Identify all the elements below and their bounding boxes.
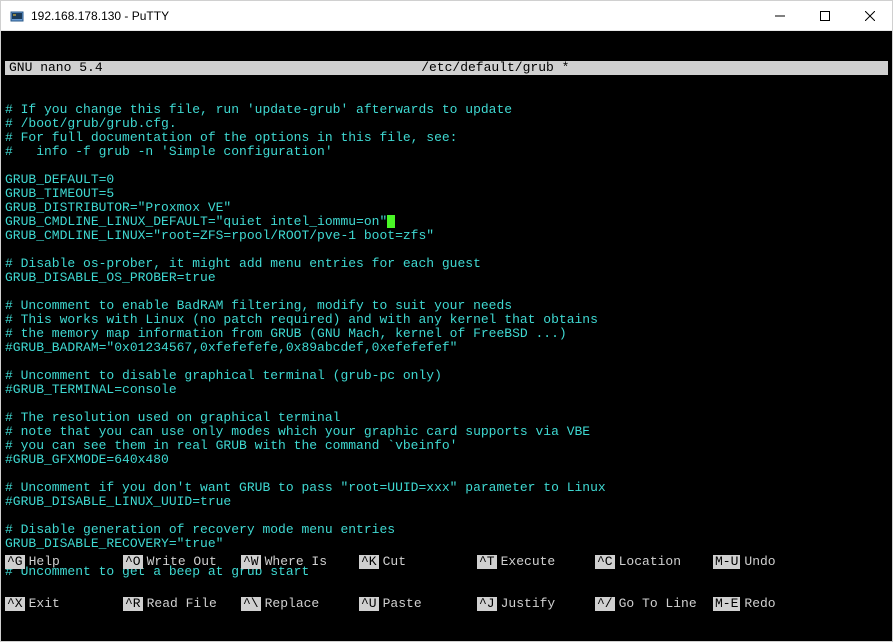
file-line: # For full documentation of the options …: [5, 131, 888, 145]
shortcut-label: Where Is: [265, 555, 327, 569]
shortcut-label: Read File: [147, 597, 217, 611]
file-line: GRUB_TIMEOUT=5: [5, 187, 888, 201]
file-line: GRUB_CMDLINE_LINUX="root=ZFS=rpool/ROOT/…: [5, 229, 888, 243]
file-line: [5, 285, 888, 299]
file-line: # you can see them in real GRUB with the…: [5, 439, 888, 453]
file-line: # Disable os-prober, it might add menu e…: [5, 257, 888, 271]
shortcut-label: Undo: [744, 555, 775, 569]
file-content: # If you change this file, run 'update-g…: [5, 103, 888, 579]
file-line: GRUB_CMDLINE_LINUX_DEFAULT="quiet intel_…: [5, 215, 888, 229]
shortcut-key: ^C: [595, 555, 615, 569]
file-line: # /boot/grub/grub.cfg.: [5, 117, 888, 131]
shortcut-key: ^\: [241, 597, 261, 611]
shortcut-row-2: ^X Exit ^R Read File ^\ Replace ^U Paste ^J Justi…: [5, 597, 888, 611]
file-line: # Uncomment to disable graphical termina…: [5, 369, 888, 383]
file-line: # This works with Linux (no patch requir…: [5, 313, 888, 327]
shortcut-row-1: ^G Help ^O Write Out ^W Where Is ^K Cut ^T Execut…: [5, 555, 888, 569]
minimize-button[interactable]: [757, 1, 802, 30]
shortcut-label: Replace: [265, 597, 320, 611]
file-line: # Uncomment if you don't want GRUB to pa…: [5, 481, 888, 495]
file-line: [5, 243, 888, 257]
file-line: GRUB_DISABLE_OS_PROBER=true: [5, 271, 888, 285]
editor-name: GNU nano 5.4: [5, 61, 103, 75]
file-line: GRUB_DISTRIBUTOR="Proxmox VE": [5, 201, 888, 215]
shortcut-item: ^W Where Is: [241, 555, 359, 569]
shortcut-key: ^T: [477, 555, 497, 569]
shortcut-item: ^J Justify: [477, 597, 595, 611]
shortcut-label: Write Out: [147, 555, 217, 569]
shortcut-key: ^W: [241, 555, 261, 569]
nano-shortcuts: ^G Help ^O Write Out ^W Where Is ^K Cut ^T Execut…: [5, 527, 888, 639]
shortcut-item: ^G Help: [5, 555, 123, 569]
file-line: [5, 397, 888, 411]
nano-statusbar: GNU nano 5.4 /etc/default/grub *: [5, 61, 888, 75]
putty-icon: [9, 8, 25, 24]
shortcut-label: Help: [29, 555, 60, 569]
shortcut-item: ^R Read File: [123, 597, 241, 611]
file-line: GRUB_DEFAULT=0: [5, 173, 888, 187]
terminal-area[interactable]: GNU nano 5.4 /etc/default/grub * # If yo…: [1, 31, 892, 641]
shortcut-key: ^G: [5, 555, 25, 569]
file-line: #GRUB_GFXMODE=640x480: [5, 453, 888, 467]
file-line: #GRUB_BADRAM="0x01234567,0xfefefefe,0x89…: [5, 341, 888, 355]
shortcut-item: ^\ Replace: [241, 597, 359, 611]
shortcut-label: Execute: [501, 555, 556, 569]
file-line: # The resolution used on graphical termi…: [5, 411, 888, 425]
file-line: [5, 509, 888, 523]
shortcut-item: ^K Cut: [359, 555, 477, 569]
shortcut-key: ^K: [359, 555, 379, 569]
file-line: # the memory map information from GRUB (…: [5, 327, 888, 341]
window-controls: [757, 1, 892, 30]
shortcut-item: ^U Paste: [359, 597, 477, 611]
shortcut-key: ^R: [123, 597, 143, 611]
shortcut-key: M-E: [713, 597, 740, 611]
window-title: 192.168.178.130 - PuTTY: [31, 9, 757, 23]
shortcut-label: Redo: [744, 597, 775, 611]
shortcut-key: M-U: [713, 555, 740, 569]
shortcut-label: Exit: [29, 597, 60, 611]
file-line: # note that you can use only modes which…: [5, 425, 888, 439]
shortcut-item: ^C Location: [595, 555, 713, 569]
shortcut-item: ^O Write Out: [123, 555, 241, 569]
shortcut-label: Location: [619, 555, 681, 569]
shortcut-item: M-E Redo: [713, 597, 831, 611]
shortcut-key: ^O: [123, 555, 143, 569]
shortcut-key: ^J: [477, 597, 497, 611]
maximize-button[interactable]: [802, 1, 847, 30]
editor-filename: /etc/default/grub *: [103, 61, 888, 75]
shortcut-label: Paste: [383, 597, 422, 611]
shortcut-item: ^/ Go To Line: [595, 597, 713, 611]
shortcut-label: Go To Line: [619, 597, 697, 611]
shortcut-item: ^T Execute: [477, 555, 595, 569]
file-line: #GRUB_TERMINAL=console: [5, 383, 888, 397]
file-line: [5, 159, 888, 173]
file-line: [5, 467, 888, 481]
window-titlebar[interactable]: 192.168.178.130 - PuTTY: [1, 1, 892, 31]
cursor: [387, 215, 395, 228]
shortcut-label: Cut: [383, 555, 406, 569]
shortcut-key: ^/: [595, 597, 615, 611]
file-line: # If you change this file, run 'update-g…: [5, 103, 888, 117]
file-line: # info -f grub -n 'Simple configuration': [5, 145, 888, 159]
close-button[interactable]: [847, 1, 892, 30]
file-line: # Uncomment to enable BadRAM filtering, …: [5, 299, 888, 313]
shortcut-item: M-U Undo: [713, 555, 831, 569]
file-line: [5, 355, 888, 369]
shortcut-item: ^X Exit: [5, 597, 123, 611]
shortcut-key: ^U: [359, 597, 379, 611]
shortcut-label: Justify: [501, 597, 556, 611]
putty-window: 192.168.178.130 - PuTTY GNU nano 5.4 /et…: [0, 0, 893, 642]
file-line: #GRUB_DISABLE_LINUX_UUID=true: [5, 495, 888, 509]
shortcut-key: ^X: [5, 597, 25, 611]
